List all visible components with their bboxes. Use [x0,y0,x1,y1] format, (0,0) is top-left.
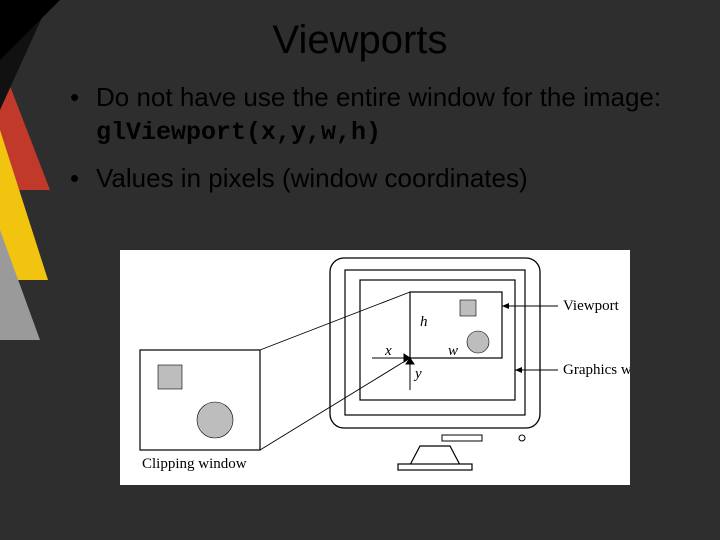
clip-shape-square [158,365,182,389]
clip-shape-circle [197,402,233,438]
label-h: h [420,314,428,330]
bullet-list: Do not have use the entire window for th… [70,81,680,194]
label-y: y [413,366,422,382]
svg-text:Graphics window: Graphics window [563,362,630,378]
bullet-code: glViewport(x,y,w,h) [96,118,381,147]
viewport-shape-square [460,300,476,316]
bullet-item: Do not have use the entire window for th… [70,81,680,148]
viewport-shape-circle [467,331,489,353]
bullet-text: Values in pixels (window coordinates) [96,163,528,193]
bullet-text: Do not have use the entire window for th… [96,82,661,112]
viewport-diagram: Clipping window [120,250,630,485]
slide: Viewports Do not have use the entire win… [0,0,720,540]
label-w: w [448,343,458,359]
slide-title: Viewports [0,18,720,63]
label-x: x [384,343,392,359]
clipping-window-label: Clipping window [142,456,247,472]
bullet-item: Values in pixels (window coordinates) [70,162,680,195]
svg-text:Viewport: Viewport [563,298,620,314]
